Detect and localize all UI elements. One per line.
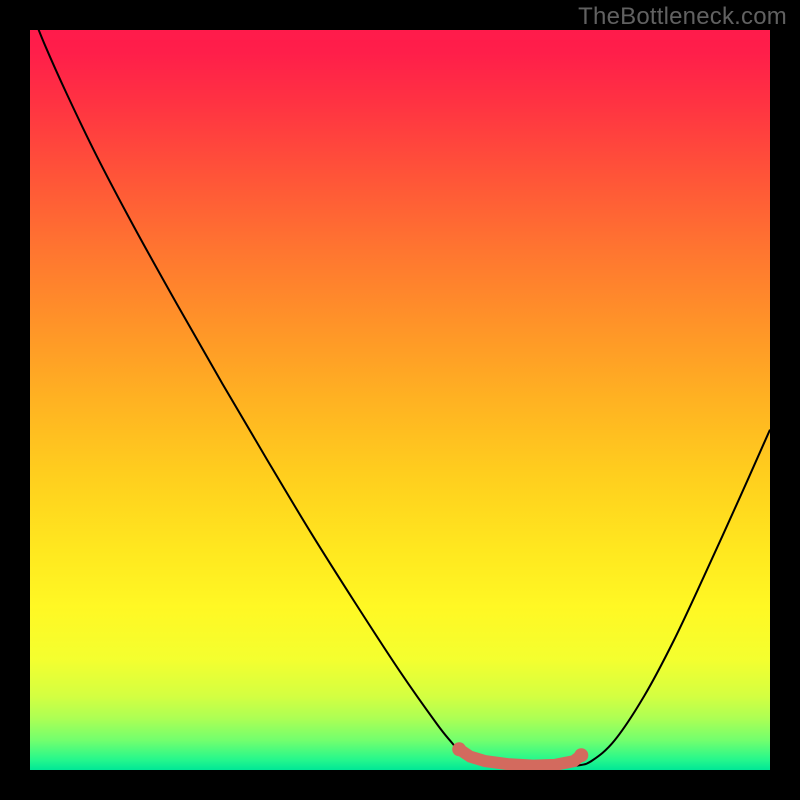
gradient-background [30, 30, 770, 770]
optimal-marker-endpoint [452, 742, 466, 756]
bottleneck-chart [0, 0, 800, 800]
optimal-marker-endpoint [574, 748, 588, 762]
chart-container: TheBottleneck.com [0, 0, 800, 800]
